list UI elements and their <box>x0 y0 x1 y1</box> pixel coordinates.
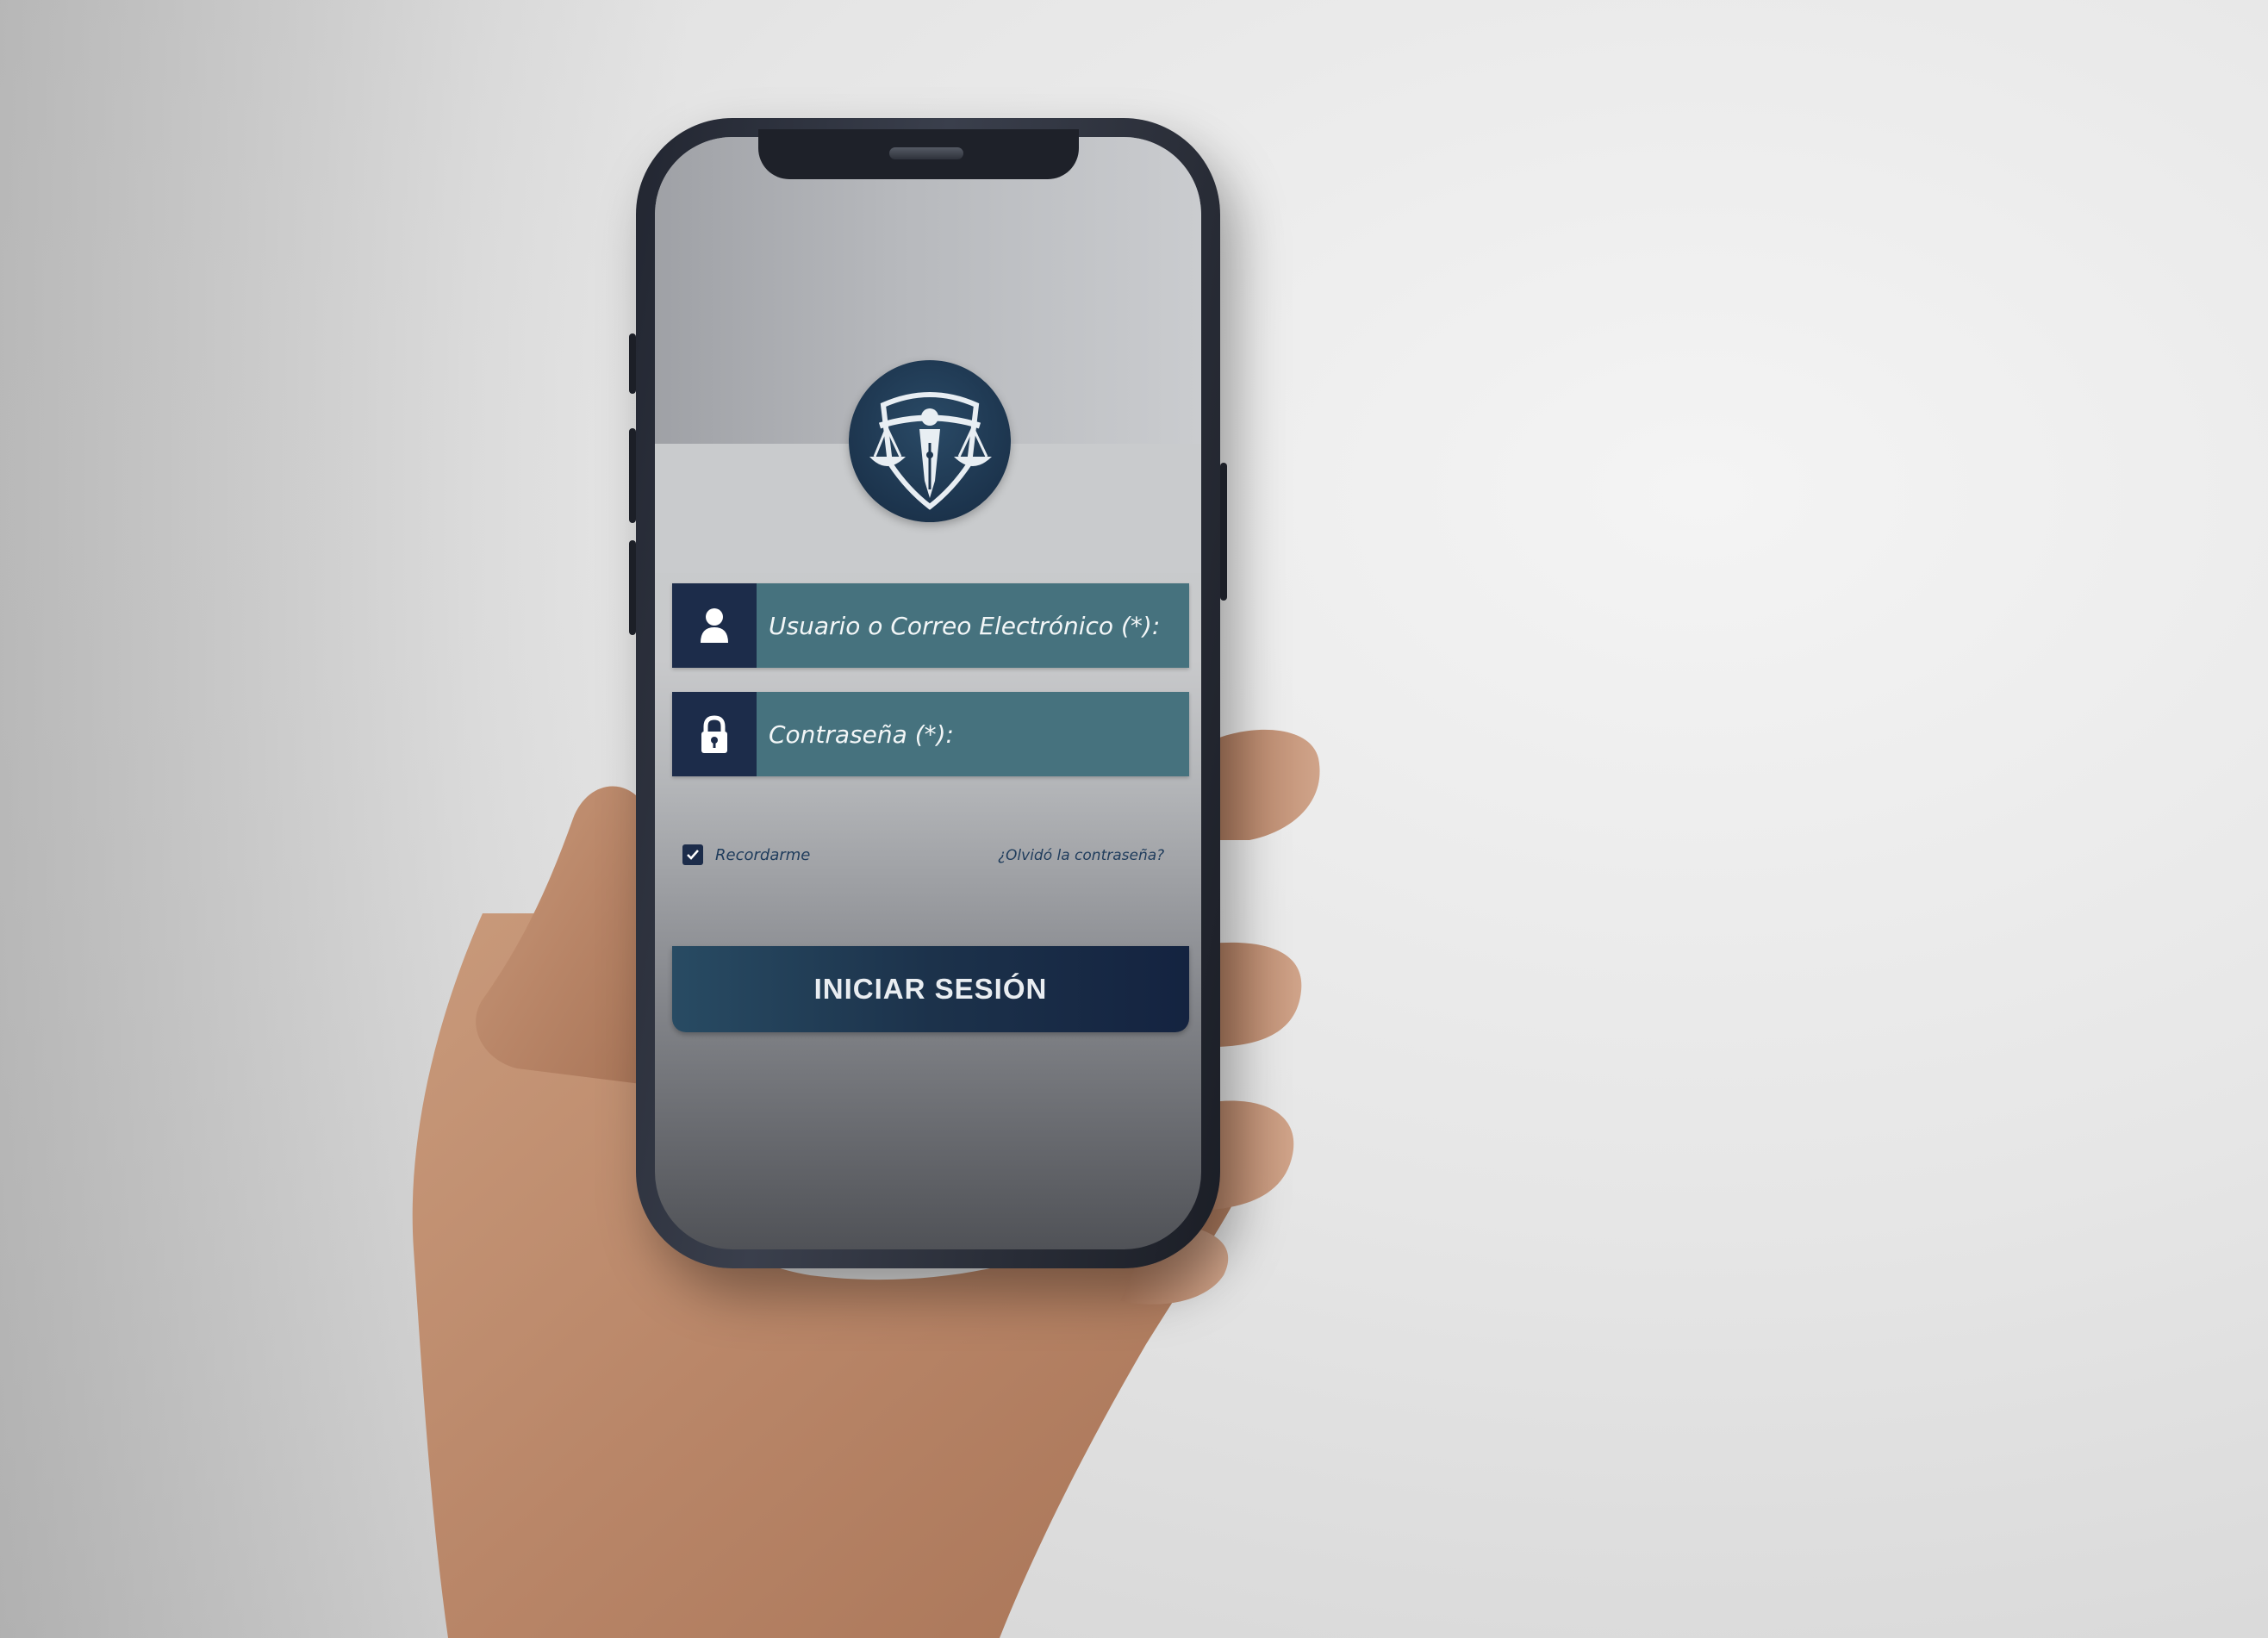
username-icon-box <box>672 583 757 668</box>
forgot-password-link[interactable]: ¿Olvidó la contraseña? <box>998 847 1164 864</box>
earpiece-speaker <box>889 147 963 159</box>
checkmark-icon <box>687 850 699 860</box>
username-field <box>672 583 1189 668</box>
volume-up-button <box>629 428 636 523</box>
password-input[interactable] <box>757 692 1179 776</box>
remember-me-option[interactable]: Recordarme <box>682 844 810 865</box>
power-button <box>1220 463 1227 601</box>
remember-me-label: Recordarme <box>715 845 811 864</box>
volume-down-button <box>629 540 636 635</box>
mute-switch <box>629 333 636 394</box>
remember-me-checkbox[interactable] <box>682 844 703 865</box>
app-logo <box>849 360 1011 522</box>
lock-icon <box>701 715 727 753</box>
user-icon <box>701 608 728 643</box>
scales-of-justice-icon <box>869 392 992 510</box>
password-icon-box <box>672 692 757 776</box>
password-field <box>672 692 1189 776</box>
login-button[interactable]: INICIAR SESIÓN <box>672 946 1189 1032</box>
username-input[interactable] <box>757 583 1179 668</box>
